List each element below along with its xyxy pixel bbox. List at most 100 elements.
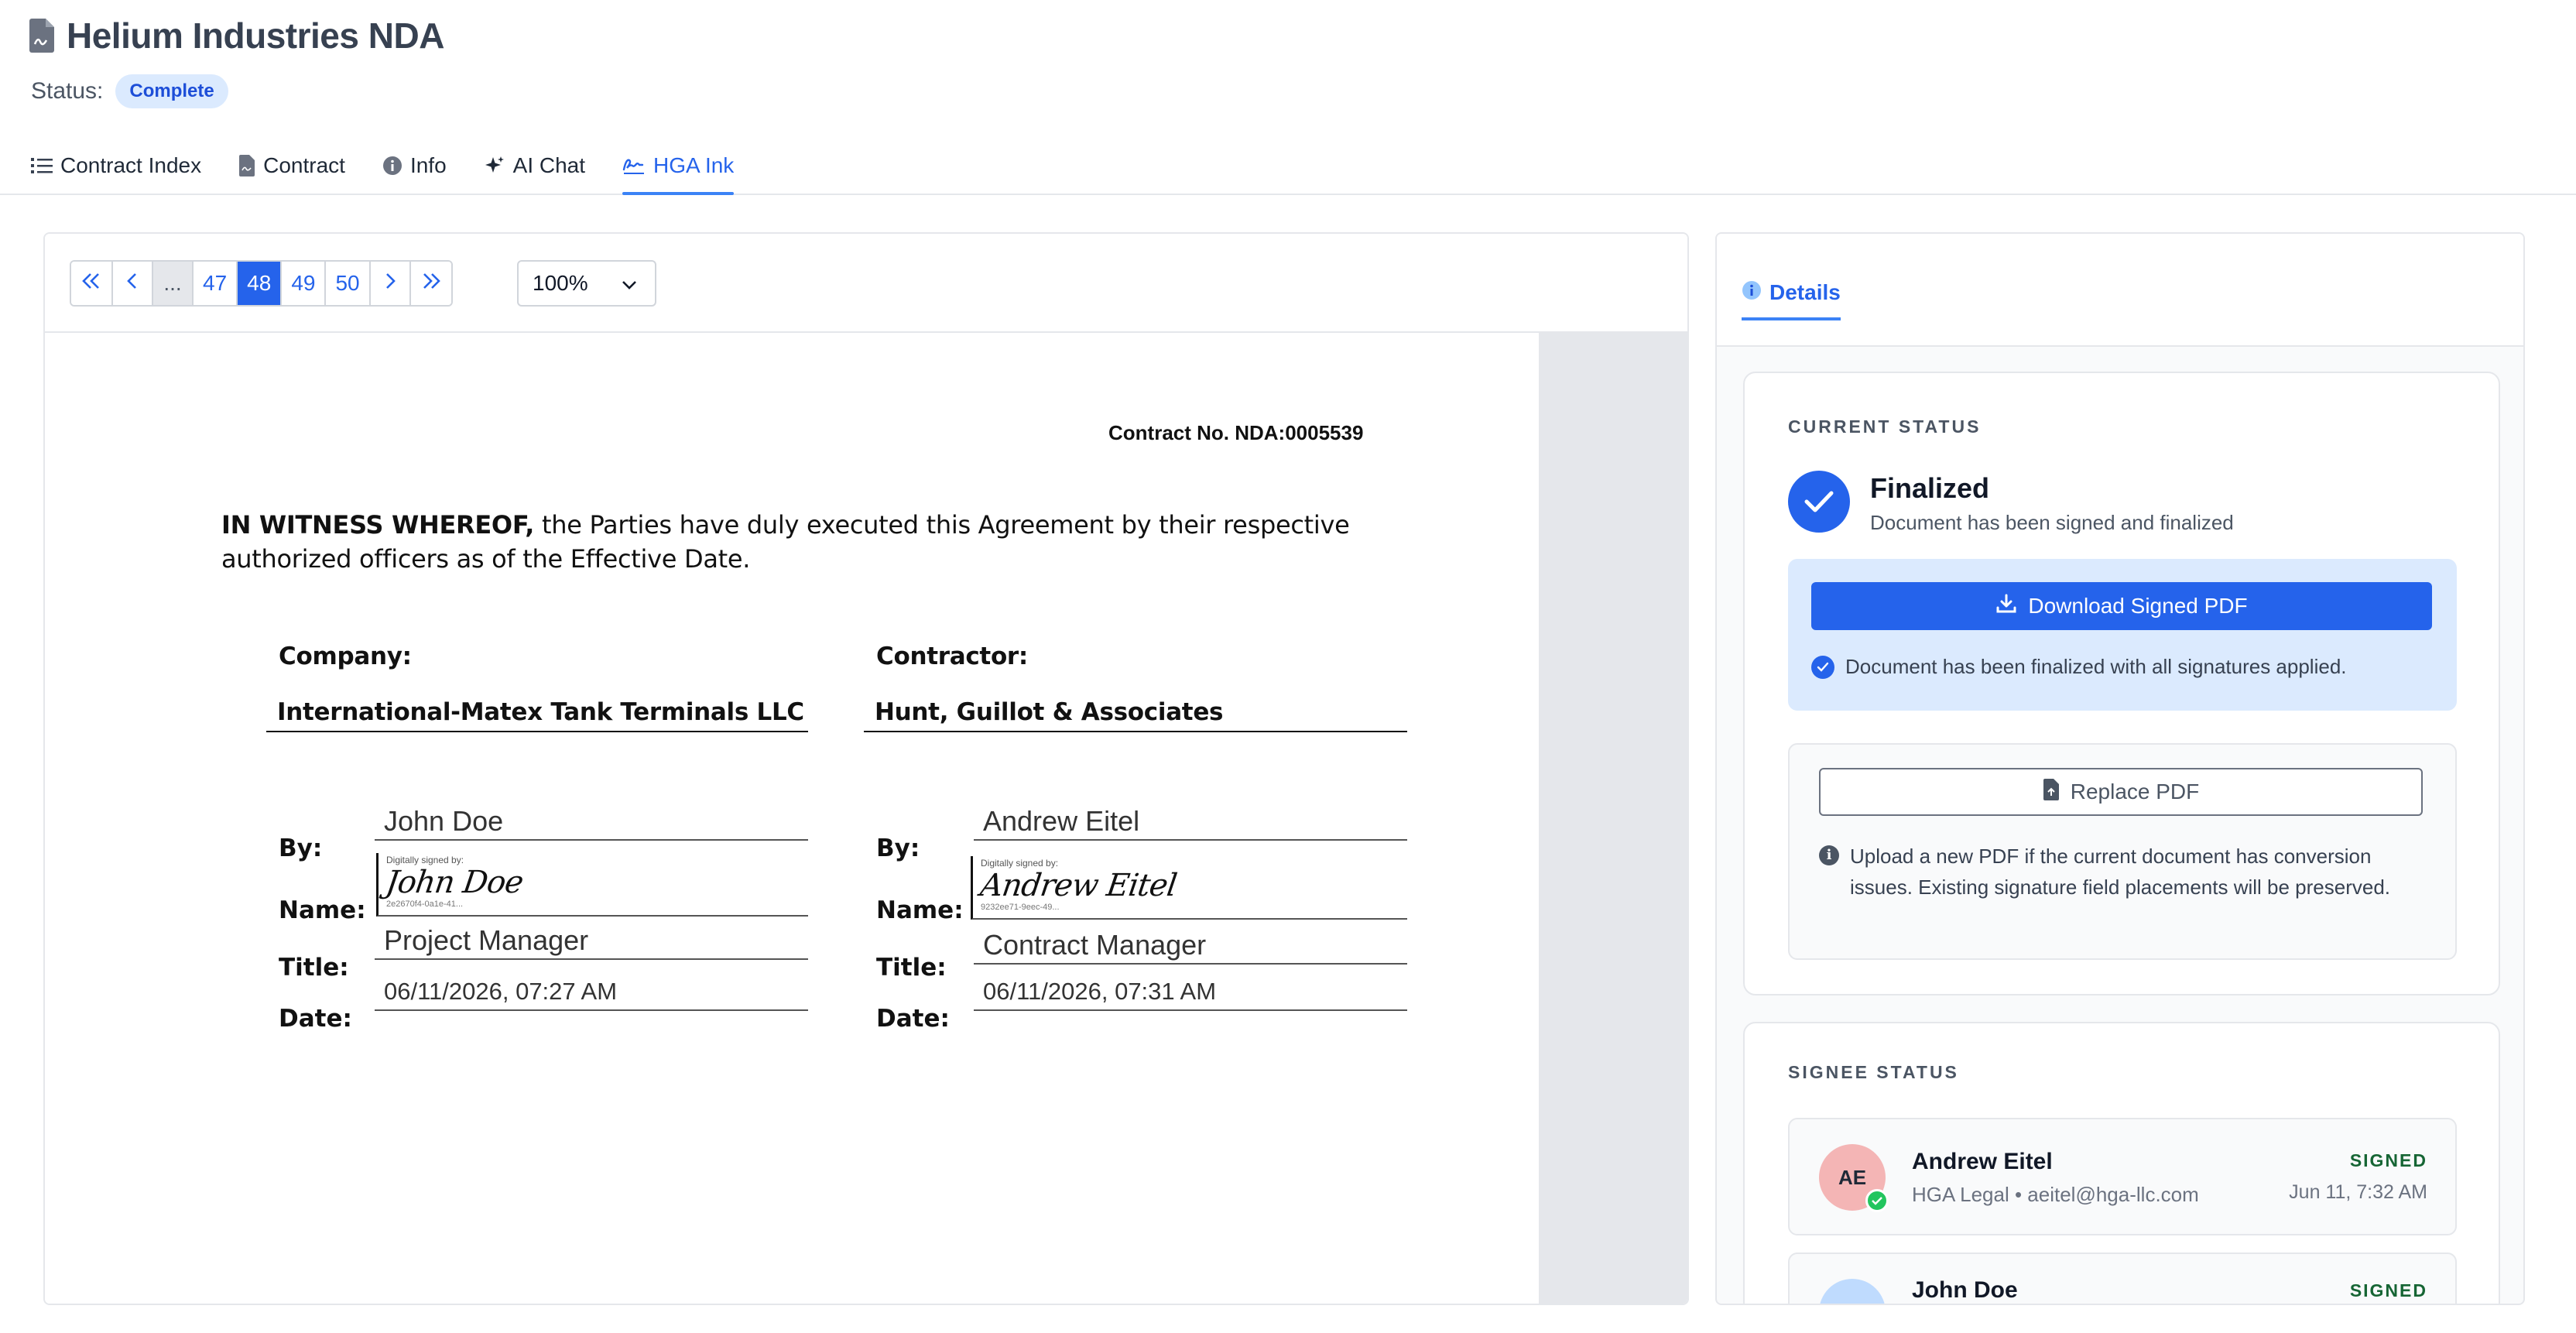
- witness-bold: IN WITNESS WHEREOF,: [221, 510, 535, 540]
- signee-status-card: SIGNEE STATUS AE Andrew Eitel HGA Legal …: [1743, 1022, 2500, 1304]
- tab-ai-chat[interactable]: AI Chat: [484, 136, 604, 195]
- first-page-button[interactable]: [71, 262, 113, 305]
- contractor-name: Hunt, Guillot & Associates: [864, 695, 1407, 732]
- signee-meta: HGA Legal • aeitel@hga-llc.com: [1912, 1183, 2199, 1206]
- signature-icon: [622, 156, 646, 176]
- replace-pdf-button[interactable]: Replace PDF: [1819, 768, 2423, 816]
- contractor-signature-hash: 9232ee71-9eec-49...: [981, 903, 1060, 912]
- avatar-initials: AE: [1838, 1165, 1867, 1189]
- tab-details[interactable]: Details: [1742, 272, 1841, 320]
- info-icon: [382, 156, 402, 176]
- contractor-heading: Contractor:: [876, 643, 1029, 670]
- company-signature: Digitally signed by: John Doe 2e2670f4-0…: [376, 853, 808, 917]
- contractor-title-label: Title:: [876, 954, 947, 982]
- page-47-button[interactable]: 47: [194, 262, 238, 305]
- tab-label: Contract Index: [60, 153, 202, 177]
- signee-row[interactable]: JD John Doe SIGNED: [1788, 1252, 2457, 1304]
- status-badge: Complete: [115, 74, 228, 108]
- signee-status-title: SIGNEE STATUS: [1788, 1062, 1959, 1082]
- pdf-viewer: ... 47 48 49 50 100% Contract No. NDA:00…: [43, 232, 1689, 1305]
- title-row: Helium Industries NDA: [28, 11, 444, 60]
- contractor-signature-script: Andrew Eitel: [978, 868, 1179, 903]
- document-icon: [238, 155, 255, 176]
- tab-contract[interactable]: Contract: [238, 136, 364, 195]
- info-icon: i: [1819, 845, 1839, 865]
- signee-status-badge: SIGNED: [2349, 1150, 2427, 1170]
- tab-hga-ink[interactable]: HGA Ink: [622, 136, 735, 195]
- zoom-select[interactable]: 100%: [517, 260, 656, 307]
- chevron-down-icon: [621, 271, 638, 296]
- info-icon: [1742, 280, 1762, 306]
- contractor-title-value: Contract Manager: [974, 929, 1407, 965]
- company-by-label: By:: [279, 834, 323, 862]
- signature-caption: Digitally signed by:: [981, 858, 1059, 869]
- sparkle-icon: [484, 155, 505, 176]
- download-icon: [1995, 593, 2017, 620]
- download-box: Download Signed PDF Document has been fi…: [1788, 559, 2457, 711]
- pdf-toolbar: ... 47 48 49 50 100%: [45, 234, 1687, 333]
- signee-status-badge: SIGNED: [2349, 1280, 2427, 1300]
- company-name: International-Matex Tank Terminals LLC: [266, 695, 808, 732]
- previous-page-button[interactable]: [113, 262, 153, 305]
- page-49-button[interactable]: 49: [282, 262, 327, 305]
- pdf-document-icon: [28, 18, 56, 53]
- company-title-value: Project Manager: [375, 924, 808, 960]
- contract-number: Contract No. NDA:0005539: [1108, 421, 1364, 444]
- download-note-text: Document has been finalized with all sig…: [1845, 655, 2347, 678]
- replace-note: i Upload a new PDF if the current docume…: [1819, 841, 2430, 903]
- status-row: Status: Complete: [31, 74, 228, 108]
- chevron-left-icon: [126, 271, 139, 296]
- pdf-canvas[interactable]: Contract No. NDA:0005539 IN WITNESS WHER…: [45, 333, 1687, 1304]
- contractor-date-label: Date:: [876, 1005, 950, 1033]
- tab-label: AI Chat: [512, 153, 586, 177]
- finalized-text: Finalized Document has been signed and f…: [1870, 471, 2234, 535]
- download-signed-pdf-button[interactable]: Download Signed PDF: [1811, 582, 2432, 630]
- company-date-label: Date:: [279, 1005, 352, 1033]
- details-tab-label: Details: [1769, 280, 1841, 304]
- avatar-initials: JD: [1839, 1300, 1865, 1304]
- list-icon: [31, 156, 53, 175]
- page-title: Helium Industries NDA: [67, 15, 444, 56]
- zoom-value: 100%: [533, 271, 588, 295]
- contractor-by-value: Andrew Eitel: [974, 805, 1407, 841]
- tab-contract-index[interactable]: Contract Index: [31, 136, 220, 195]
- avatar: JD: [1819, 1279, 1886, 1304]
- page-ellipsis[interactable]: ...: [153, 262, 194, 305]
- chevron-right-icon: [384, 271, 396, 296]
- details-tabbar: Details: [1717, 234, 2523, 347]
- page-48-button[interactable]: 48: [238, 262, 283, 305]
- double-chevron-right-icon: [420, 271, 442, 296]
- contractor-date-value: 06/11/2026, 07:31 AM: [974, 975, 1407, 1011]
- double-chevron-left-icon: [80, 271, 102, 296]
- file-upload-icon: [2043, 778, 2060, 806]
- page-header: Helium Industries NDA Status: Complete C…: [0, 0, 2576, 195]
- tab-info[interactable]: Info: [382, 136, 465, 195]
- finalized-title: Finalized: [1870, 472, 1990, 504]
- witness-paragraph: IN WITNESS WHEREOF, the Parties have dul…: [221, 508, 1444, 576]
- company-signature-script: John Doe: [383, 865, 526, 900]
- replace-note-text: Upload a new PDF if the current document…: [1850, 845, 2391, 899]
- company-by-value: John Doe: [375, 805, 808, 841]
- download-label: Download Signed PDF: [2028, 594, 2248, 618]
- replace-box: Replace PDF i Upload a new PDF if the cu…: [1788, 743, 2457, 960]
- contractor-signature: Digitally signed by: Andrew Eitel 9232ee…: [971, 856, 1407, 920]
- signee-row[interactable]: AE Andrew Eitel HGA Legal • aeitel@hga-l…: [1788, 1118, 2457, 1235]
- main-tabs: Contract Index Contract Info AI Chat HGA…: [31, 136, 752, 195]
- signee-date: Jun 11, 7:32 AM: [2289, 1181, 2427, 1203]
- avatar: AE: [1819, 1144, 1889, 1212]
- contractor-by-label: By:: [876, 834, 920, 862]
- next-page-button[interactable]: [370, 262, 411, 305]
- company-heading: Company:: [279, 643, 412, 670]
- signee-name: Andrew Eitel: [1912, 1149, 2053, 1174]
- current-status-title: CURRENT STATUS: [1788, 416, 1982, 437]
- download-note: Document has been finalized with all sig…: [1811, 655, 2347, 679]
- company-title-label: Title:: [279, 954, 349, 982]
- company-name-label: Name:: [279, 896, 366, 924]
- finalized-check-icon: [1788, 471, 1850, 533]
- signee-name: John Doe: [1912, 1277, 2018, 1303]
- page-50-button[interactable]: 50: [326, 262, 371, 305]
- tab-label: Info: [409, 153, 447, 177]
- pagination: ... 47 48 49 50: [70, 260, 453, 307]
- last-page-button[interactable]: [410, 262, 451, 305]
- status-label: Status:: [31, 78, 104, 104]
